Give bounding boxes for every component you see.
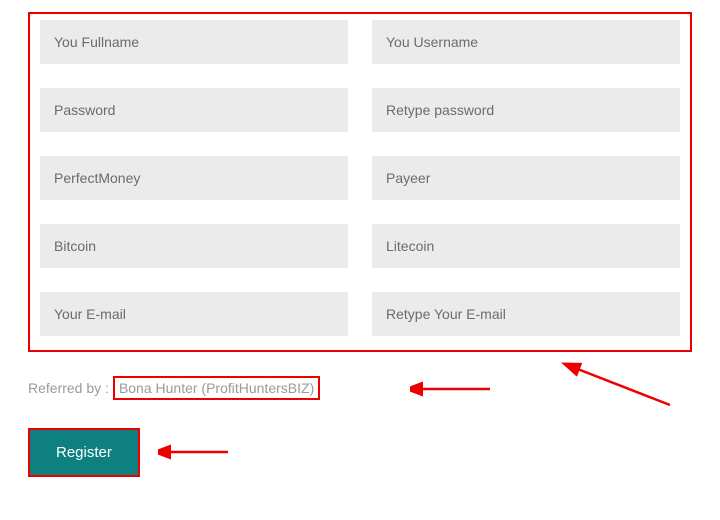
registration-form bbox=[28, 12, 692, 352]
arrow-icon bbox=[158, 442, 238, 462]
payeer-field[interactable] bbox=[372, 156, 680, 200]
email-field[interactable] bbox=[40, 292, 348, 336]
retype-email-field[interactable] bbox=[372, 292, 680, 336]
form-row bbox=[40, 20, 680, 64]
register-button[interactable]: Register bbox=[28, 428, 140, 477]
password-field[interactable] bbox=[40, 88, 348, 132]
referred-by-label: Referred by : bbox=[28, 380, 109, 396]
referred-by-row: Referred by : Bona Hunter (ProfitHunters… bbox=[28, 376, 692, 400]
arrow-icon bbox=[410, 379, 500, 399]
litecoin-field[interactable] bbox=[372, 224, 680, 268]
username-field[interactable] bbox=[372, 20, 680, 64]
form-row bbox=[40, 224, 680, 268]
form-row bbox=[40, 156, 680, 200]
form-row bbox=[40, 88, 680, 132]
bitcoin-field[interactable] bbox=[40, 224, 348, 268]
referred-by-value: Bona Hunter (ProfitHuntersBIZ) bbox=[113, 376, 320, 400]
register-row: Register bbox=[28, 428, 692, 477]
form-row bbox=[40, 292, 680, 336]
perfectmoney-field[interactable] bbox=[40, 156, 348, 200]
retype-password-field[interactable] bbox=[372, 88, 680, 132]
fullname-field[interactable] bbox=[40, 20, 348, 64]
